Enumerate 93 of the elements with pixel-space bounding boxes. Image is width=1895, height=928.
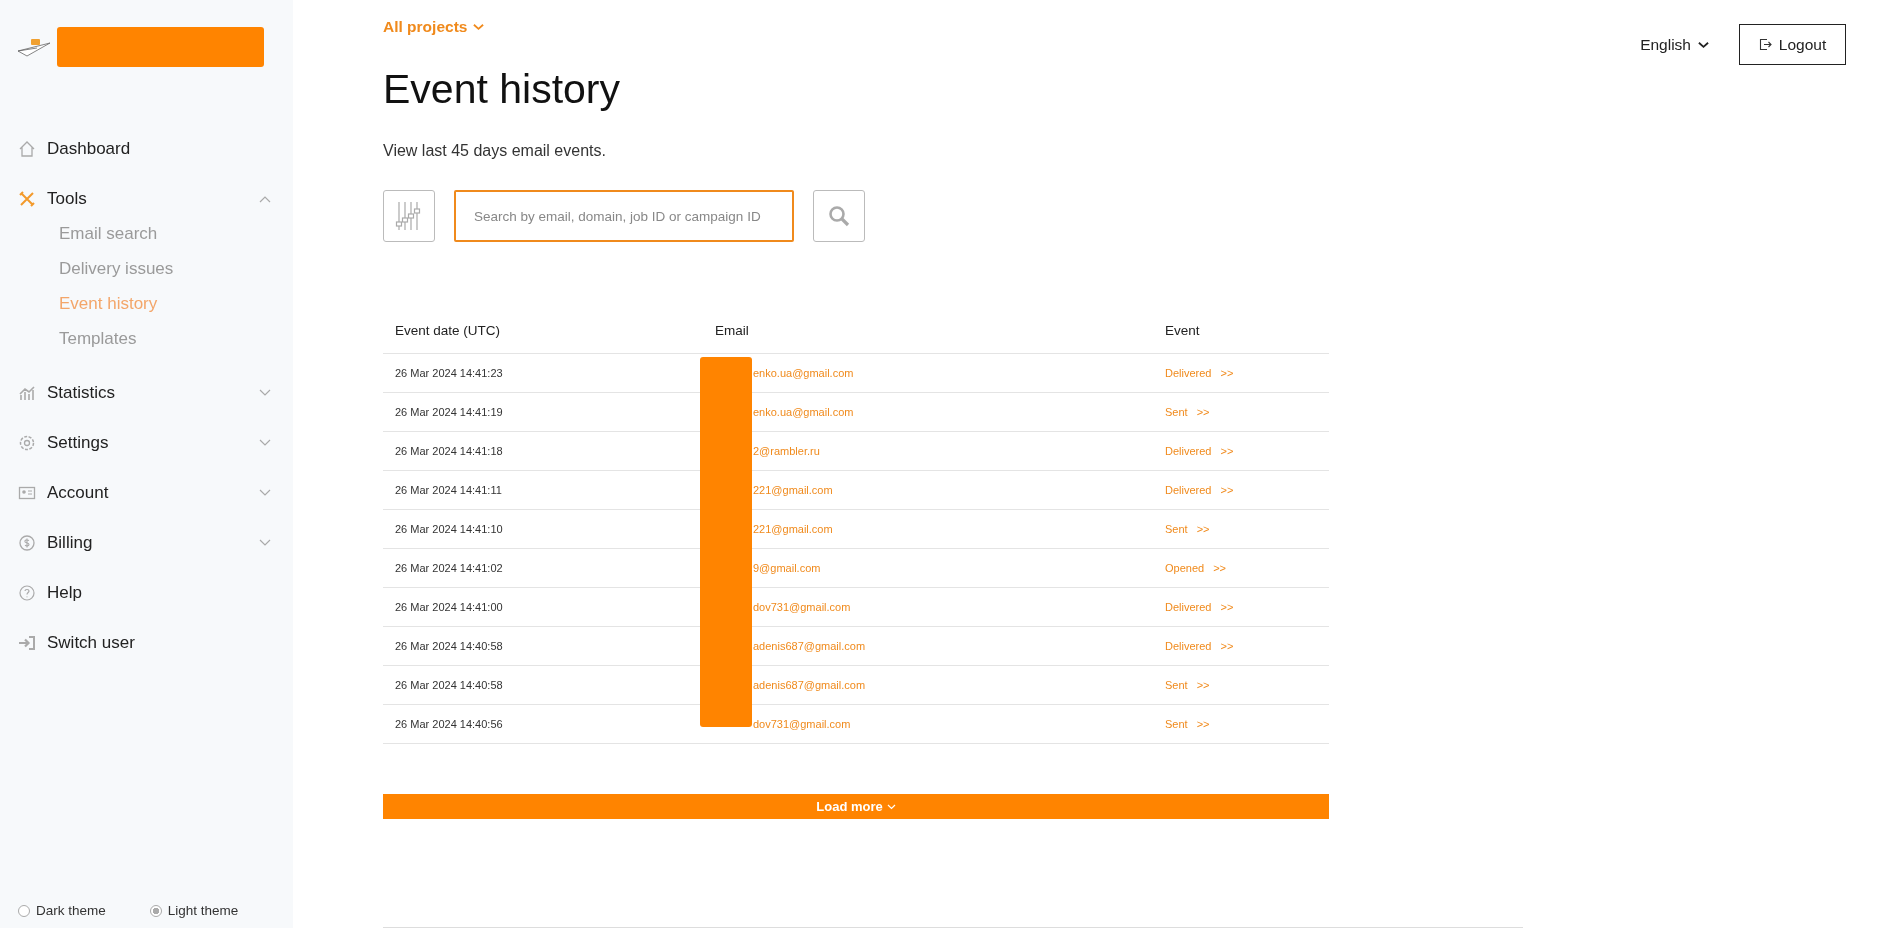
table-cell: 26 Mar 2024 14:41:23 — [383, 353, 703, 393]
bar-chart-icon — [18, 384, 36, 402]
chevron-down-icon — [473, 23, 485, 31]
logout-icon — [1758, 38, 1772, 51]
nav-item[interactable]: Settings — [0, 418, 293, 468]
table-cell: 26 Mar 2024 14:40:58 — [383, 665, 703, 705]
sign-in-icon — [18, 634, 36, 652]
chevron-down-icon — [1698, 40, 1709, 49]
theme-label: Light theme — [167, 903, 239, 918]
nav-label: Settings — [47, 433, 110, 453]
search-button[interactable] — [813, 190, 865, 242]
event-link[interactable]: Sent — [1165, 679, 1188, 691]
nav-label: Tools — [47, 189, 88, 209]
chevron-down-icon — [886, 803, 896, 810]
chevron-down-icon — [259, 539, 271, 547]
details-link[interactable]: >> — [1196, 406, 1210, 418]
page-title: Event history — [383, 66, 621, 113]
search-field[interactable]: Search by email, domain, job ID or campaign ID — [454, 190, 794, 242]
email-link[interactable]: enko.ua@gmail.com — [753, 367, 854, 379]
nav-item[interactable]: Dashboard — [0, 124, 293, 174]
settings-icon — [18, 434, 36, 452]
email-link[interactable]: 2@rambler.ru — [753, 445, 820, 457]
radio-button[interactable] — [18, 904, 30, 917]
home-icon — [18, 140, 36, 158]
nav-label: Help — [47, 583, 83, 603]
nav-label: Billing — [47, 533, 94, 553]
details-link[interactable]: >> — [1196, 718, 1210, 730]
help-icon — [18, 584, 36, 602]
nav-item[interactable]: Help — [0, 568, 293, 618]
table-cell: 26 Mar 2024 14:41:11 — [383, 470, 703, 510]
details-link[interactable]: >> — [1220, 484, 1234, 496]
project-dropdown[interactable]: All projects — [383, 18, 485, 36]
paper-plane-icon — [17, 37, 51, 57]
event-link[interactable]: Delivered — [1165, 601, 1212, 613]
page-description: View last 45 days email events. — [383, 142, 607, 160]
column-header: Event — [1153, 308, 1329, 354]
email-link[interactable]: 221@gmail.com — [753, 484, 833, 496]
submenu-item[interactable]: Delivery issues — [59, 251, 293, 286]
event-link[interactable]: Opened — [1165, 562, 1205, 574]
event-link[interactable]: Delivered — [1165, 640, 1212, 652]
table-cell: 26 Mar 2024 14:41:10 — [383, 509, 703, 549]
nav-label: Dashboard — [47, 139, 132, 159]
details-link[interactable]: >> — [1220, 601, 1234, 613]
event-link[interactable]: Delivered — [1165, 445, 1212, 457]
event-link[interactable]: Delivered — [1165, 367, 1212, 379]
theme-label: Dark theme — [36, 903, 106, 918]
column-header: Email — [703, 308, 1153, 354]
nav-item[interactable]: Account — [0, 468, 293, 518]
table-cell: 26 Mar 2024 14:41:00 — [383, 587, 703, 627]
chevron-down-icon — [259, 489, 271, 497]
nav-label: Switch user — [47, 633, 136, 653]
details-link[interactable]: >> — [1213, 562, 1226, 574]
language-dropdown[interactable]: English — [1640, 35, 1709, 54]
details-link[interactable]: >> — [1220, 367, 1234, 379]
table-cell: 26 Mar 2024 14:40:56 — [383, 704, 703, 744]
event-link[interactable]: Sent — [1165, 718, 1188, 730]
details-link[interactable]: >> — [1196, 679, 1210, 691]
filter-button[interactable] — [383, 190, 435, 242]
email-link[interactable]: dov731@gmail.com — [753, 601, 851, 613]
nav-label: Statistics — [47, 383, 117, 403]
details-link[interactable]: >> — [1196, 523, 1210, 535]
id-card-icon — [18, 484, 36, 502]
email-link[interactable]: adenis687@gmail.com — [753, 679, 866, 691]
nav-label: Account — [47, 483, 110, 503]
column-header: Event date (UTC) — [383, 308, 703, 354]
table-cell: 26 Mar 2024 14:41:19 — [383, 392, 703, 432]
email-link[interactable]: 9@gmail.com — [753, 562, 821, 574]
table-cell: 26 Mar 2024 14:41:02 — [383, 548, 703, 588]
radio-button[interactable] — [149, 904, 162, 917]
dollar-coin-icon — [18, 534, 36, 552]
email-link[interactable]: dov731@gmail.com — [753, 718, 851, 730]
event-link[interactable]: Sent — [1165, 523, 1188, 535]
logout-button[interactable]: Logout — [1739, 24, 1846, 65]
chevron-down-icon — [259, 439, 271, 447]
details-link[interactable]: >> — [1220, 445, 1234, 457]
load-more-button[interactable]: Load more — [383, 794, 1329, 819]
nav-item[interactable]: Billing — [0, 518, 293, 568]
search-icon — [828, 205, 850, 227]
tools-icon — [18, 190, 36, 208]
email-link[interactable]: enko.ua@gmail.com — [753, 406, 854, 418]
email-link[interactable]: adenis687@gmail.com — [753, 640, 866, 652]
details-link[interactable]: >> — [1220, 640, 1234, 652]
nav-item[interactable]: Statistics — [0, 368, 293, 418]
email-link[interactable]: 221@gmail.com — [753, 523, 833, 535]
table-cell: 26 Mar 2024 14:41:18 — [383, 431, 703, 471]
event-link[interactable]: Sent — [1165, 406, 1188, 418]
submenu-item[interactable]: Templates — [59, 321, 293, 356]
table-cell: 26 Mar 2024 14:40:58 — [383, 626, 703, 666]
nav-item[interactable]: Switch user — [0, 618, 293, 668]
chevron-up-icon — [259, 195, 271, 203]
submenu-item[interactable]: Event history — [59, 286, 293, 321]
event-link[interactable]: Delivered — [1165, 484, 1212, 496]
chevron-down-icon — [259, 389, 271, 397]
